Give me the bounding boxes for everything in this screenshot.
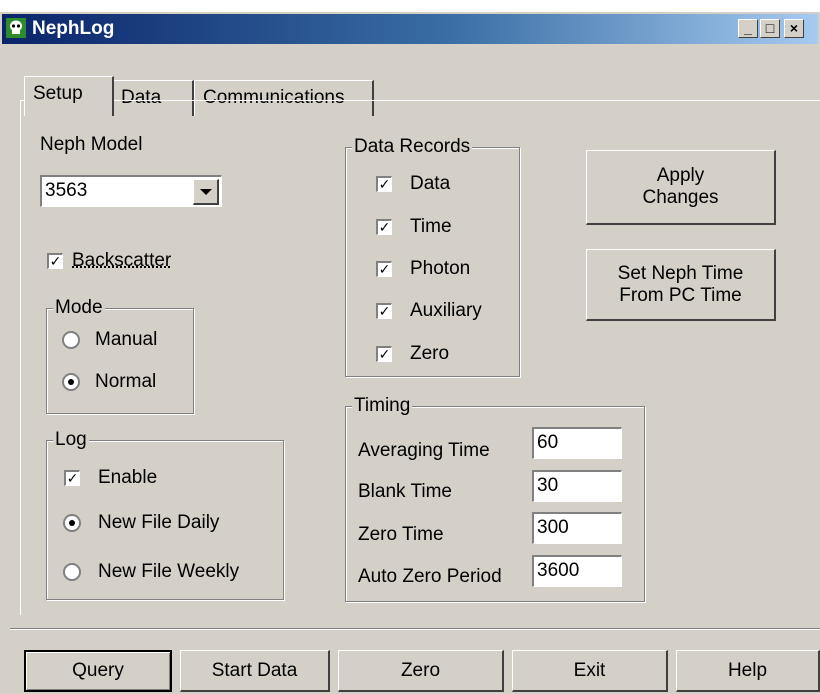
zero-time-value: 300 [537, 517, 569, 538]
settime-line1: Set Neph Time [617, 262, 744, 284]
maximize-icon[interactable]: □ [760, 19, 780, 38]
mode-manual-radio[interactable] [62, 331, 80, 349]
zero-label: Zero [400, 659, 441, 681]
apply-line1: Apply [656, 165, 705, 186]
help-button[interactable]: Help [676, 650, 820, 692]
log-weekly-radio[interactable] [63, 563, 81, 581]
window-title: NephLog [32, 18, 115, 39]
auto-zero-period-label: Auto Zero Period [358, 566, 502, 587]
record-zero-label: Zero [410, 343, 450, 364]
tab-setup-label: Setup [33, 83, 83, 104]
log-daily-label: New File Daily [98, 512, 220, 533]
log-weekly-label: New File Weekly [98, 561, 240, 582]
neph-model-select[interactable]: 3563 [40, 175, 222, 207]
log-daily-radio[interactable] [63, 514, 81, 532]
blank-time-input[interactable]: 30 [532, 470, 622, 502]
record-data-checkbox[interactable]: ✓ [376, 176, 392, 192]
chevron-down-icon[interactable] [193, 179, 219, 205]
record-photon-label: Photon [410, 258, 471, 279]
mode-normal-radio[interactable] [62, 373, 80, 391]
zero-time-input[interactable]: 300 [532, 512, 622, 544]
neph-model-label: Neph Model [40, 134, 143, 155]
blank-time-label: Blank Time [358, 481, 452, 502]
apply-changes-button[interactable]: Apply Changes [586, 150, 776, 225]
query-button[interactable]: Query [24, 650, 172, 692]
auto-zero-period-input[interactable]: 3600 [532, 555, 622, 587]
apply-line2: Changes [642, 187, 719, 208]
backscatter-checkbox[interactable]: ✓ [47, 253, 63, 269]
exit-label: Exit [573, 659, 606, 681]
auto-zero-period-value: 3600 [537, 560, 580, 581]
mode-group: Mode [46, 297, 194, 414]
title-bar[interactable]: NephLog _ □ × [2, 14, 818, 44]
start-data-button[interactable]: Start Data [180, 650, 330, 692]
help-label: Help [727, 659, 768, 681]
minimize-icon[interactable]: _ [738, 19, 758, 38]
log-title: Log [53, 429, 89, 451]
record-zero-checkbox[interactable]: ✓ [376, 346, 392, 362]
record-photon-checkbox[interactable]: ✓ [376, 261, 392, 277]
start-data-label: Start Data [211, 659, 298, 681]
neph-model-value: 3563 [45, 180, 88, 201]
averaging-time-label: Averaging Time [358, 440, 490, 461]
record-data-label: Data [410, 173, 451, 194]
averaging-time-input[interactable]: 60 [532, 427, 622, 459]
settime-line2: From PC Time [619, 284, 742, 306]
log-enable-checkbox[interactable]: ✓ [64, 470, 80, 486]
blank-time-value: 30 [537, 475, 559, 496]
zero-time-label: Zero Time [358, 524, 444, 545]
exit-button[interactable]: Exit [512, 650, 668, 692]
tab-setup[interactable]: Setup [24, 76, 114, 116]
query-label: Query [72, 660, 124, 681]
record-time-label: Time [410, 216, 452, 237]
set-neph-time-button[interactable]: Set Neph Time From PC Time [586, 249, 776, 321]
record-auxiliary-label: Auxiliary [410, 300, 482, 321]
averaging-time-value: 60 [537, 432, 559, 453]
backscatter-label: Backscatter [72, 250, 172, 271]
record-time-checkbox[interactable]: ✓ [376, 219, 392, 235]
log-enable-label: Enable [98, 467, 158, 488]
mode-normal-label: Normal [95, 371, 157, 392]
app-skull-icon [6, 18, 26, 38]
record-auxiliary-checkbox[interactable]: ✓ [376, 303, 392, 319]
bottom-separator [10, 628, 820, 630]
close-icon[interactable]: × [784, 19, 804, 38]
mode-title: Mode [53, 297, 105, 319]
timing-title: Timing [352, 395, 413, 417]
data-records-title: Data Records [352, 136, 473, 158]
zero-button[interactable]: Zero [338, 650, 504, 692]
mode-manual-label: Manual [95, 329, 158, 350]
